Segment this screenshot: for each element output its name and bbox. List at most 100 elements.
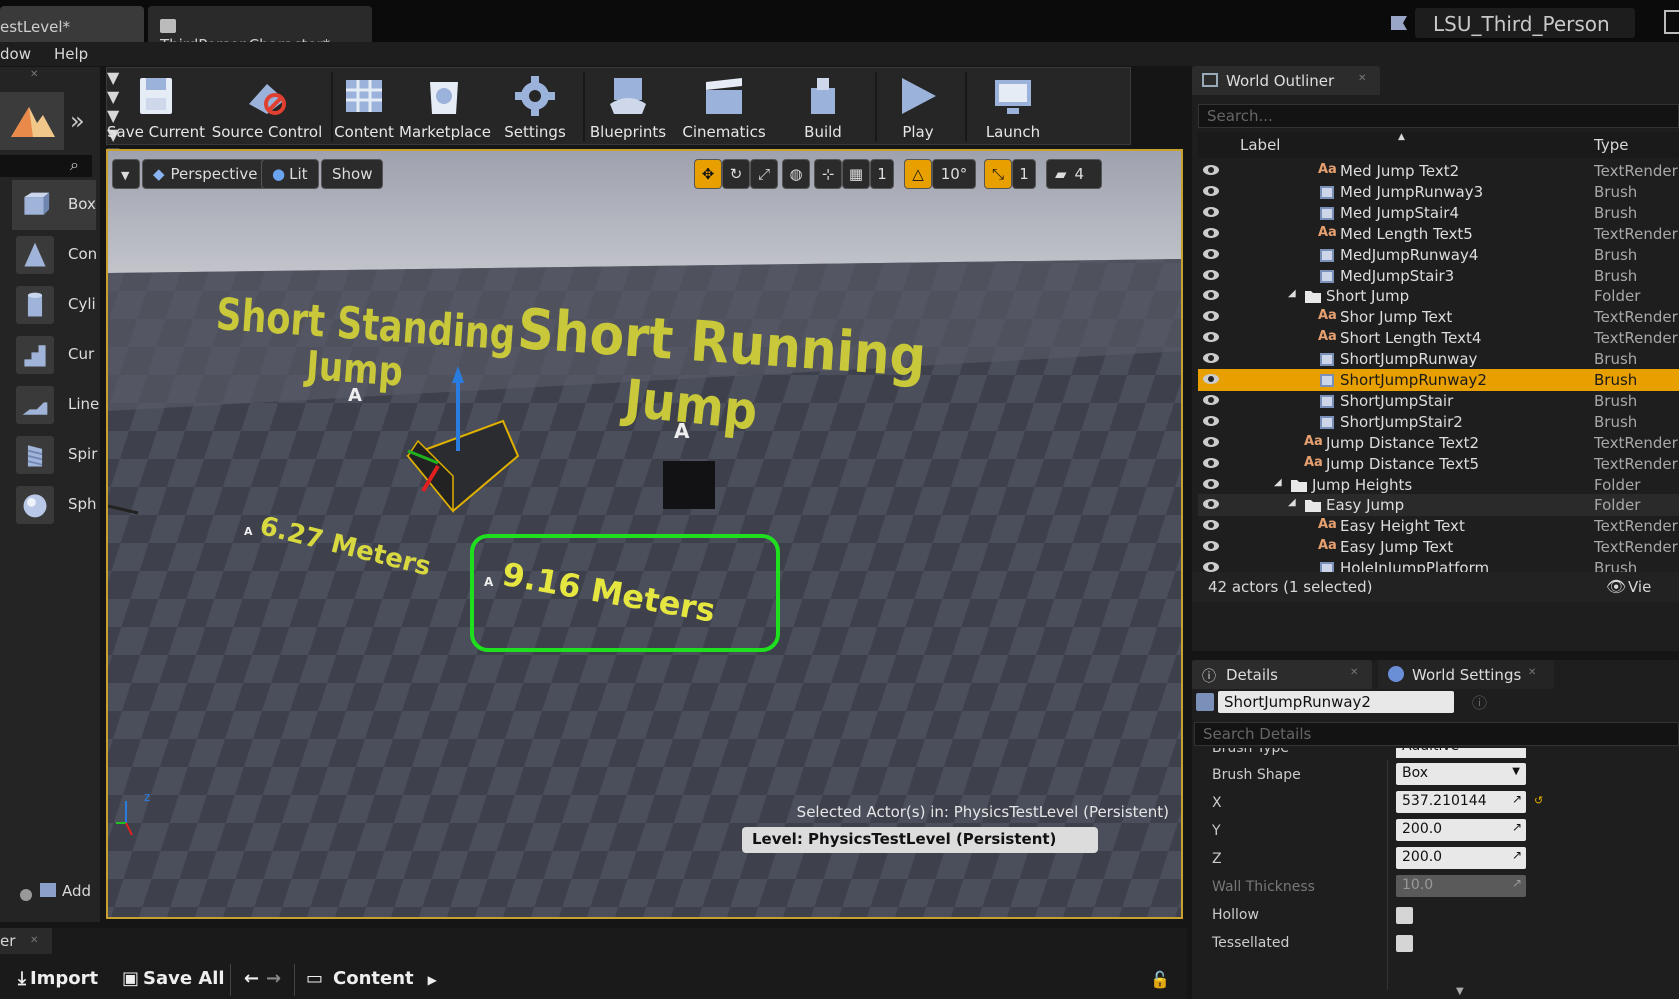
scroll-down-icon[interactable]: ▼ [1456, 986, 1464, 997]
column-type[interactable]: Type [1594, 136, 1628, 154]
grid-snap-button[interactable]: ▦ [842, 159, 870, 189]
drag-icon[interactable]: ↗ [1512, 876, 1522, 890]
outliner-row[interactable]: ◢ Easy Jump Folder [1198, 494, 1679, 517]
settings-button[interactable]: Settings [489, 68, 581, 146]
outliner-row[interactable]: MedJumpRunway4 Brush [1198, 244, 1679, 266]
place-item[interactable]: Sph [12, 480, 97, 530]
place-item[interactable]: Con [12, 230, 97, 280]
translate-tool-button[interactable]: ✥ [694, 159, 722, 189]
visibility-eye-icon[interactable] [1202, 393, 1220, 407]
details-search-input[interactable]: Search Details [1194, 722, 1679, 746]
tab-level[interactable]: estLevel* [0, 6, 144, 42]
outliner-row[interactable]: MedJumpStair3 Brush [1198, 265, 1679, 287]
tab-details[interactable]: ⓘ Details ✕ [1192, 660, 1372, 689]
visibility-eye-icon[interactable] [1202, 205, 1220, 219]
marketplace-button[interactable]: Marketplace [399, 68, 491, 146]
close-icon[interactable]: ✕ [1358, 73, 1366, 84]
close-icon[interactable]: ✕ [30, 69, 38, 80]
checkbox[interactable] [1396, 935, 1413, 952]
rotate-tool-button[interactable]: ↻ [722, 159, 750, 189]
mode-place-button[interactable] [0, 92, 64, 150]
help-icon[interactable]: ⓘ [1472, 692, 1487, 713]
build-button[interactable]: Build [773, 68, 873, 146]
place-item[interactable]: Box [12, 180, 96, 230]
visibility-eye-icon[interactable] [1202, 414, 1220, 428]
play-button[interactable]: Play [873, 68, 963, 146]
visibility-eye-icon[interactable] [1202, 435, 1220, 449]
level-viewport[interactable]: z Short Standing Jump Short Running Jump… [106, 149, 1183, 919]
visibility-eye-icon[interactable] [1202, 456, 1220, 470]
outliner-row[interactable]: Aa Shor Jump Text TextRender [1198, 306, 1679, 328]
outliner-row[interactable]: ◢ Short Jump Folder [1198, 285, 1679, 307]
close-icon[interactable]: ✕ [30, 935, 38, 946]
menu-window[interactable]: dow [0, 45, 31, 63]
visibility-eye-icon[interactable] [1202, 518, 1220, 532]
add-button[interactable]: Add [40, 882, 91, 900]
content-path-button[interactable]: ▭ Content ▶ [306, 968, 437, 989]
outliner-row[interactable]: Med JumpStair4 Brush [1198, 202, 1679, 224]
tab-world-outliner[interactable]: World Outliner ✕ [1192, 66, 1380, 95]
menu-help[interactable]: Help [54, 45, 88, 63]
save-current-button[interactable]: Save Current [107, 68, 205, 146]
rotation-snap-button[interactable]: △ [904, 159, 932, 189]
launch-button[interactable]: Launch [963, 68, 1063, 146]
column-label[interactable]: Label [1240, 136, 1280, 154]
visibility-eye-icon[interactable] [1202, 268, 1220, 282]
outliner-row[interactable]: Aa Jump Distance Text5 TextRender [1198, 453, 1679, 475]
expand-arrow-icon[interactable]: ◢ [1274, 477, 1282, 488]
surface-snap-button[interactable]: ⊹ [814, 159, 842, 189]
expand-arrow-icon[interactable]: ◢ [1288, 497, 1296, 508]
close-icon[interactable]: ✕ [1350, 667, 1358, 678]
visibility-eye-icon[interactable] [1202, 288, 1220, 302]
checkbox[interactable] [1396, 907, 1413, 924]
number-input[interactable]: 200.0 ↗ [1396, 819, 1526, 841]
scale-snap-value[interactable]: 1 [1012, 159, 1036, 189]
brush-type-dropdown[interactable]: Additive [1396, 748, 1526, 758]
outliner-search-input[interactable]: Search... [1198, 104, 1679, 128]
scale-tool-button[interactable]: ⤢ [750, 159, 778, 189]
reset-icon[interactable]: ↺ [1534, 794, 1543, 807]
place-item[interactable]: Spir [12, 430, 97, 480]
drag-icon[interactable]: ↗ [1512, 820, 1522, 834]
visibility-eye-icon[interactable] [1202, 309, 1220, 323]
visibility-eye-icon[interactable] [1202, 226, 1220, 240]
outliner-row[interactable]: ShortJumpStair2 Brush [1198, 411, 1679, 433]
visibility-eye-icon[interactable] [1202, 247, 1220, 261]
forward-button[interactable]: → [266, 968, 281, 989]
visibility-eye-icon[interactable] [1202, 163, 1220, 177]
visibility-eye-icon[interactable] [1202, 477, 1220, 491]
outliner-row[interactable]: Aa Easy Jump Text TextRender [1198, 536, 1679, 558]
rotation-snap-value[interactable]: 10° [932, 159, 976, 189]
tab-content-browser[interactable]: er ✕ [0, 928, 52, 954]
content-button[interactable]: Content [329, 68, 399, 146]
scale-snap-button[interactable]: ⤡ [984, 159, 1012, 189]
actor-name-input[interactable]: ShortJumpRunway2 [1218, 691, 1454, 713]
tab-third-person-character[interactable]: ThirdPersonCharacter*✕ [148, 6, 372, 54]
outliner-row[interactable]: Med JumpRunway3 Brush [1198, 181, 1679, 203]
import-button[interactable]: ⤓ Import [18, 968, 98, 989]
place-item[interactable]: Line [12, 380, 99, 430]
cinematics-button[interactable]: Cinematics [675, 68, 773, 146]
number-input[interactable]: 537.210144 ↗ [1396, 791, 1526, 813]
back-button[interactable]: ← [244, 968, 259, 989]
outliner-row[interactable]: Aa Short Length Text4 TextRender [1198, 327, 1679, 349]
drag-icon[interactable]: ↗ [1512, 792, 1522, 806]
outliner-row[interactable]: ShortJumpRunway2 Brush [1198, 369, 1679, 391]
close-icon[interactable]: ✕ [1528, 667, 1536, 678]
visibility-eye-icon[interactable] [1202, 497, 1220, 511]
jump-target-block[interactable] [663, 461, 715, 509]
view-options-button[interactable]: Vie [1628, 578, 1651, 596]
visibility-eye-icon[interactable] [1202, 372, 1220, 386]
number-input[interactable]: 200.0 ↗ [1396, 847, 1526, 869]
radio-icon[interactable] [20, 889, 32, 901]
place-item[interactable]: Cyli [12, 280, 96, 330]
outliner-row[interactable]: Aa Med Jump Text2 TextRender [1198, 160, 1679, 182]
world-local-button[interactable]: ◍ [782, 159, 810, 189]
window-control-button[interactable] [1664, 10, 1679, 34]
visibility-eye-icon[interactable] [1202, 184, 1220, 198]
lock-icon[interactable]: 🔓 [1150, 970, 1170, 989]
save-all-button[interactable]: ▣ Save All [122, 968, 225, 989]
place-item[interactable]: Cur [12, 330, 96, 380]
grid-snap-value[interactable]: 1 [870, 159, 894, 189]
source-control-button[interactable]: Source Control [205, 68, 329, 146]
